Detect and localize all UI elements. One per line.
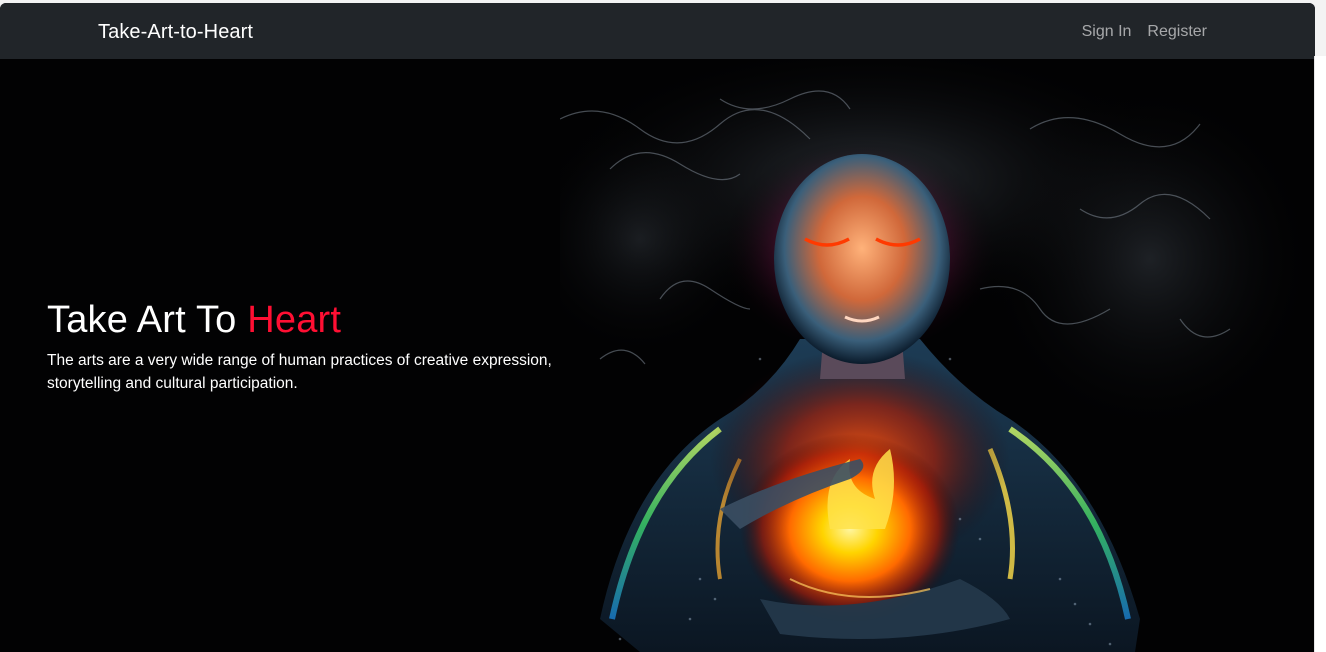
- nav-links: Sign In Register: [1082, 22, 1207, 42]
- hero-title-accent: Heart: [247, 299, 342, 341]
- brand-logo-link[interactable]: Take-Art-to-Heart: [98, 20, 253, 44]
- page-scrollbar[interactable]: [1314, 56, 1326, 652]
- browser-page: Take-Art-to-Heart Sign In Register Take …: [0, 3, 1315, 652]
- hero-subtitle-line1: The arts are a very wide range of human …: [47, 352, 552, 369]
- hero-section: Take Art To Heart The arts are a very wi…: [0, 59, 1315, 652]
- hero-title-main: Take Art To: [47, 299, 248, 341]
- hero-text-block: Take Art To Heart The arts are a very wi…: [47, 297, 587, 395]
- top-navbar: Take-Art-to-Heart Sign In Register: [0, 3, 1315, 59]
- hero-title: Take Art To Heart: [47, 297, 587, 343]
- sign-in-link[interactable]: Sign In: [1082, 22, 1132, 42]
- hero-subtitle: The arts are a very wide range of human …: [47, 349, 587, 395]
- register-link[interactable]: Register: [1147, 22, 1207, 42]
- hero-subtitle-line2: storytelling and cultural participation.: [47, 375, 298, 392]
